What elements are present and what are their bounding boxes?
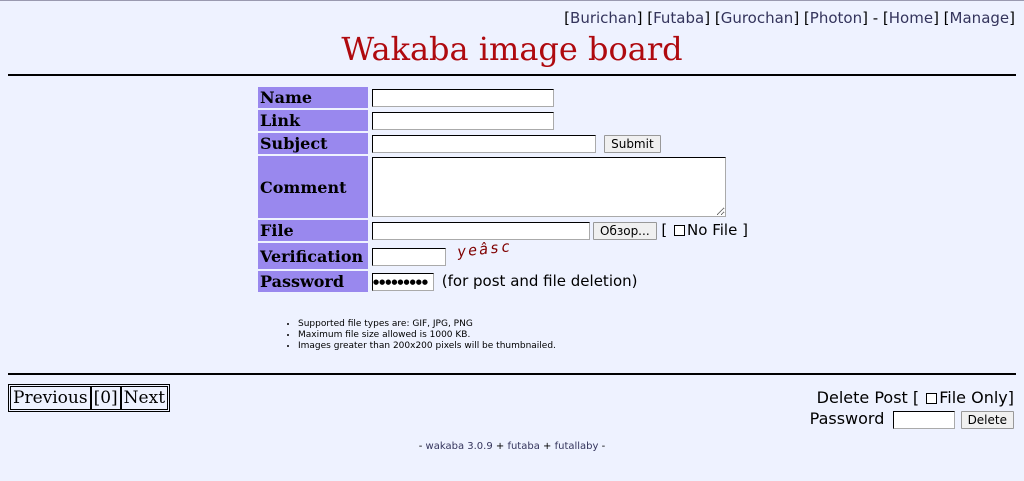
- comment-textarea[interactable]: [372, 157, 726, 217]
- comment-row: Comment: [258, 156, 748, 218]
- current-page[interactable]: [0]: [90, 386, 121, 410]
- file-path-input[interactable]: [372, 221, 590, 240]
- subject-input[interactable]: [372, 135, 596, 154]
- file-label: File: [258, 220, 368, 241]
- password-row: Password ●●●●●●●●● (for post and file de…: [258, 271, 748, 292]
- rules-list: Supported file types are: GIF, JPG, PNG …: [282, 319, 556, 352]
- top-divider: [8, 74, 1016, 76]
- verification-label: Verification: [258, 243, 368, 269]
- subject-row: Subject Submit: [258, 133, 748, 154]
- file-only-checkbox[interactable]: [926, 393, 938, 404]
- nav-link-photon[interactable]: Photon: [810, 9, 862, 27]
- password-label: Password: [258, 271, 368, 292]
- futallaby-link[interactable]: futallaby: [555, 441, 599, 452]
- name-row: Name: [258, 87, 748, 108]
- board-navigation: [Burichan] [Futaba] [Gurochan] [Photon] …: [564, 9, 1015, 27]
- link-input[interactable]: [372, 112, 554, 131]
- previous-page-button[interactable]: Previous: [10, 386, 91, 410]
- rule-file-types: Supported file types are: GIF, JPG, PNG: [298, 319, 556, 330]
- delete-password-input[interactable]: [893, 410, 956, 429]
- password-note: (for post and file deletion): [441, 272, 638, 291]
- footer-prefix: -: [418, 441, 426, 452]
- no-file-checkbox[interactable]: [674, 225, 686, 237]
- verification-row: Verification yeâsc: [258, 237, 748, 269]
- wakaba-link[interactable]: wakaba 3.0.9: [426, 441, 493, 452]
- name-input[interactable]: [372, 89, 554, 108]
- delete-password-label: Password: [809, 409, 885, 428]
- subject-label: Subject: [258, 133, 368, 154]
- pagination: Previous [0] Next: [8, 384, 171, 412]
- submit-button[interactable]: Submit: [604, 135, 661, 154]
- footer-suffix: -: [598, 441, 606, 452]
- rule-max-size: Maximum file size allowed is 1000 KB.: [298, 330, 556, 341]
- browse-button[interactable]: Обзор...: [593, 221, 657, 240]
- password-input[interactable]: ●●●●●●●●●: [372, 272, 434, 291]
- no-file-label: No File: [687, 221, 738, 240]
- rule-thumbnail: Images greater than 200x200 pixels will …: [298, 341, 556, 352]
- next-page-button[interactable]: Next: [120, 386, 169, 410]
- delete-post-label: Delete Post: [816, 388, 908, 407]
- nav-link-futaba[interactable]: Futaba: [653, 9, 704, 27]
- verification-input[interactable]: [372, 247, 446, 266]
- name-label: Name: [258, 87, 368, 108]
- nav-link-home[interactable]: Home: [889, 9, 933, 27]
- nav-separator: -: [872, 9, 879, 27]
- bottom-divider: [8, 373, 1016, 375]
- comment-label: Comment: [258, 156, 368, 218]
- page-title: Wakaba image board: [341, 30, 683, 68]
- nav-link-gurochan[interactable]: Gurochan: [721, 9, 794, 27]
- footer-plus-1: +: [492, 441, 508, 452]
- nav-link-manage[interactable]: Manage: [950, 9, 1010, 27]
- link-label: Link: [258, 110, 368, 131]
- delete-button[interactable]: Delete: [960, 410, 1014, 429]
- futaba-link[interactable]: futaba: [507, 441, 539, 452]
- delete-panel: Delete Post [ File Only] Password Delete: [809, 388, 1014, 429]
- file-only-label: File Only: [939, 388, 1008, 407]
- nav-link-burichan[interactable]: Burichan: [570, 9, 637, 27]
- footer: - wakaba 3.0.9 + futaba + futallaby -: [0, 441, 1024, 452]
- footer-plus-2: +: [539, 441, 555, 452]
- link-row: Link: [258, 110, 748, 131]
- post-form: Name Link Subject Submit Comment File Об…: [256, 85, 750, 294]
